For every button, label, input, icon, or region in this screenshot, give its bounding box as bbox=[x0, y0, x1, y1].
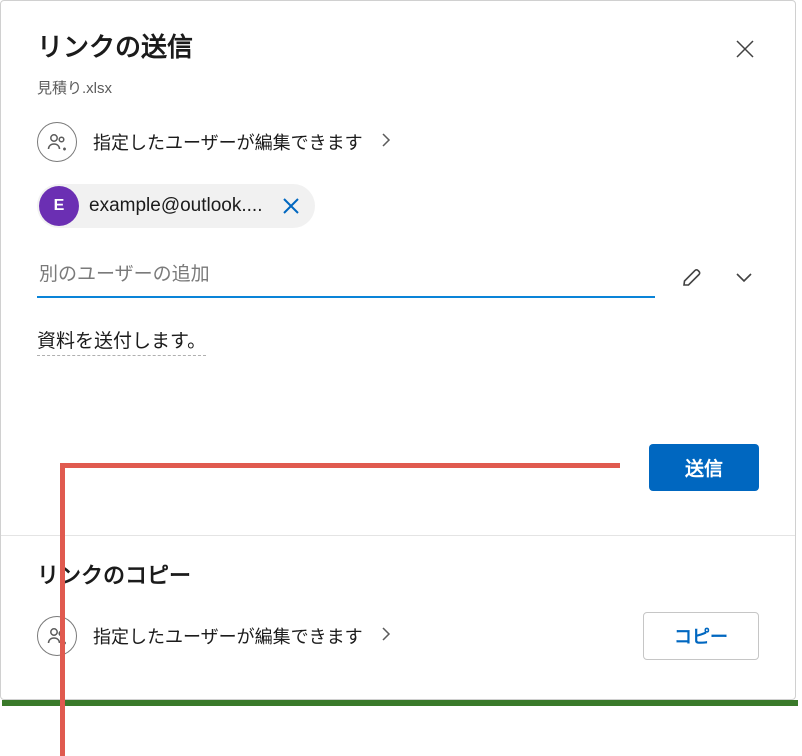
add-user-input[interactable] bbox=[37, 256, 655, 298]
send-link-dialog: リンクの送信 見積り.xlsx 指定したユーザーが編集できます bbox=[0, 0, 796, 700]
permission-dropdown-button[interactable] bbox=[729, 260, 759, 294]
permission-settings-button[interactable]: 指定したユーザーが編集できます bbox=[37, 122, 759, 162]
recipient-email: example@outlook.... bbox=[89, 195, 263, 217]
close-button[interactable] bbox=[727, 31, 763, 67]
chevron-right-icon bbox=[381, 626, 391, 647]
chevron-down-icon bbox=[735, 271, 753, 283]
send-button[interactable]: 送信 bbox=[649, 444, 759, 491]
recipient-chip[interactable]: E example@outlook.... bbox=[37, 184, 315, 228]
dialog-title: リンクの送信 bbox=[37, 27, 193, 64]
remove-recipient-button[interactable] bbox=[273, 188, 309, 224]
close-icon bbox=[735, 39, 755, 59]
close-icon bbox=[282, 197, 300, 215]
avatar: E bbox=[39, 186, 79, 226]
send-link-section: リンクの送信 見積り.xlsx 指定したユーザーが編集できます bbox=[1, 1, 795, 511]
copy-section-title: リンクのコピー bbox=[37, 558, 759, 590]
edit-permission-button[interactable] bbox=[675, 260, 709, 294]
people-icon bbox=[37, 122, 77, 162]
permission-text: 指定したユーザーが編集できます bbox=[93, 129, 363, 155]
chevron-right-icon bbox=[381, 132, 391, 153]
annotation-bar bbox=[2, 700, 798, 706]
message-text[interactable]: 資料を送付します。 bbox=[37, 326, 206, 356]
people-icon bbox=[37, 616, 77, 656]
copy-button[interactable]: コピー bbox=[643, 612, 759, 660]
filename-label: 見積り.xlsx bbox=[37, 77, 759, 98]
pencil-icon bbox=[681, 266, 703, 288]
copy-link-section: リンクのコピー 指定したユーザーが編集できます コピー bbox=[1, 536, 795, 680]
copy-permission-text: 指定したユーザーが編集できます bbox=[93, 623, 363, 649]
